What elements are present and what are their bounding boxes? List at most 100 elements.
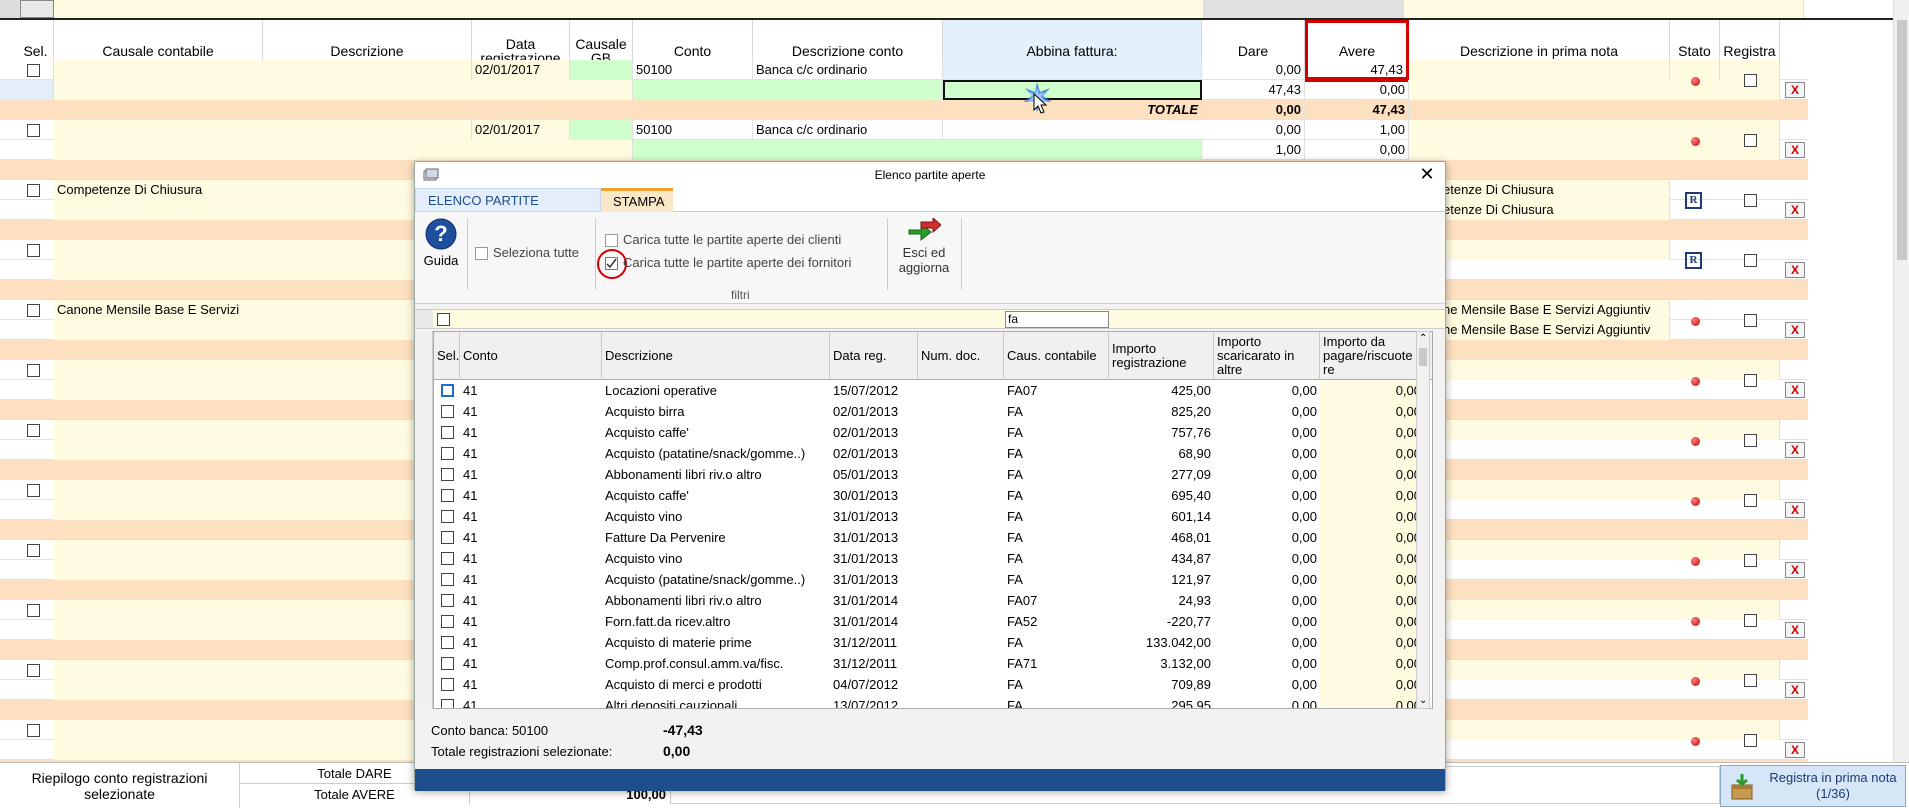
table-row[interactable]: 41 Abbonamenti libri riv.o altro 05/01/201… bbox=[434, 464, 1432, 485]
row-checkbox[interactable] bbox=[441, 510, 454, 523]
block4-registra-checkbox[interactable] bbox=[1744, 254, 1757, 267]
repeat-registra-checkbox[interactable] bbox=[1744, 554, 1757, 567]
repeat-registra-checkbox[interactable] bbox=[1744, 734, 1757, 747]
repeat-prima-nota[interactable] bbox=[1440, 660, 1780, 680]
repeat-registra-checkbox[interactable] bbox=[1744, 674, 1757, 687]
table-row[interactable]: 41 Abbonamenti libri riv.o altro 31/01/201… bbox=[434, 590, 1432, 611]
repeat-registra-checkbox[interactable] bbox=[1744, 614, 1757, 627]
repeat-select-checkbox[interactable] bbox=[27, 364, 40, 377]
row-select-checkbox[interactable] bbox=[434, 422, 460, 443]
table-row[interactable]: 41 Acquisto birra 02/01/2013 FA 825,20 0,00 0,… bbox=[434, 401, 1432, 422]
block3-prima-nota2[interactable]: etenze Di Chiusura bbox=[1440, 200, 1670, 220]
grid-vertical-scrollbar[interactable]: ⌃ ⌄ bbox=[1416, 331, 1430, 709]
row-select-checkbox[interactable] bbox=[434, 569, 460, 590]
repeat-delete-button[interactable]: X bbox=[1785, 442, 1805, 458]
block1-row2-green[interactable] bbox=[633, 80, 943, 100]
row-select-checkbox[interactable] bbox=[434, 674, 460, 695]
repeat-prima-nota[interactable] bbox=[1440, 480, 1780, 500]
row-checkbox[interactable] bbox=[441, 489, 454, 502]
tab-stampa[interactable]: STAMPA bbox=[601, 188, 673, 212]
tab-elenco-partite[interactable]: ELENCO PARTITE APERTE bbox=[415, 188, 601, 232]
table-row[interactable]: 41 Acquisto caffe' 02/01/2013 FA 757,76 0,00 0… bbox=[434, 422, 1432, 443]
grid-scroll-thumb[interactable] bbox=[1419, 348, 1427, 366]
block4-delete-button[interactable]: X bbox=[1785, 262, 1805, 278]
repeat-prima-nota[interactable] bbox=[1440, 600, 1780, 620]
repeat-delete-button[interactable]: X bbox=[1785, 682, 1805, 698]
block2-select-checkbox[interactable] bbox=[27, 124, 40, 137]
row-select-checkbox[interactable] bbox=[434, 527, 460, 548]
block5-select-checkbox[interactable] bbox=[27, 304, 40, 317]
repeat-delete-button[interactable]: X bbox=[1785, 382, 1805, 398]
table-row[interactable]: 41 Comp.prof.consul.amm.va/fisc. 31/12/201… bbox=[434, 653, 1432, 674]
block1-registra-checkbox[interactable] bbox=[1744, 74, 1757, 87]
table-row[interactable]: 41 Acquisto (patatine/snack/gomme..) 31/01… bbox=[434, 569, 1432, 590]
row-select-checkbox[interactable] bbox=[434, 548, 460, 569]
block2-prima-nota[interactable] bbox=[1409, 120, 1780, 140]
row-select-checkbox[interactable] bbox=[434, 590, 460, 611]
row-checkbox[interactable] bbox=[441, 384, 454, 397]
row-checkbox[interactable] bbox=[441, 699, 454, 708]
block3-delete-button[interactable]: X bbox=[1785, 202, 1805, 218]
block3-registra-checkbox[interactable] bbox=[1744, 194, 1757, 207]
scroll-down-icon[interactable]: ⌄ bbox=[1419, 696, 1427, 706]
table-row[interactable]: 41 Acquisto di materie prime 31/12/2011 FA 1… bbox=[434, 632, 1432, 653]
table-row[interactable]: 41 Acquisto vino 31/01/2013 FA 601,14 0,00 0,0… bbox=[434, 506, 1432, 527]
table-row[interactable]: 41 Acquisto caffe' 30/01/2013 FA 695,40 0,00 0… bbox=[434, 485, 1432, 506]
block2-causale-gb[interactable] bbox=[570, 120, 633, 140]
scroll-up-icon[interactable]: ⌃ bbox=[1419, 334, 1427, 344]
row-checkbox[interactable] bbox=[441, 531, 454, 544]
block2-delete-button[interactable]: X bbox=[1785, 142, 1805, 158]
main-vertical-scrollbar[interactable] bbox=[1893, 0, 1909, 762]
repeat-delete-button[interactable]: X bbox=[1785, 742, 1805, 758]
table-row[interactable]: 41 Acquisto di merci e prodotti 04/07/2012… bbox=[434, 674, 1432, 695]
row-checkbox[interactable] bbox=[441, 405, 454, 418]
repeat-registra-checkbox[interactable] bbox=[1744, 494, 1757, 507]
block5-prima-nota2[interactable]: ne Mensile Base E Servizi Aggiuntiv bbox=[1440, 320, 1670, 340]
seleziona-tutte-checkbox[interactable] bbox=[475, 247, 488, 260]
repeat-delete-button[interactable]: X bbox=[1785, 502, 1805, 518]
row-checkbox[interactable] bbox=[441, 657, 454, 670]
row-select-checkbox[interactable] bbox=[434, 506, 460, 527]
repeat-prima-nota[interactable] bbox=[1440, 720, 1780, 740]
row-select-checkbox[interactable] bbox=[434, 380, 460, 401]
row-select-checkbox[interactable] bbox=[434, 653, 460, 674]
block5-prima-nota1[interactable]: ne Mensile Base E Servizi Aggiuntiv bbox=[1440, 300, 1670, 320]
row-select-checkbox[interactable] bbox=[434, 464, 460, 485]
repeat-registra-checkbox[interactable] bbox=[1744, 434, 1757, 447]
row-select-checkbox[interactable] bbox=[434, 401, 460, 422]
repeat-select-checkbox[interactable] bbox=[27, 484, 40, 497]
repeat-select-checkbox[interactable] bbox=[27, 604, 40, 617]
repeat-registra-checkbox[interactable] bbox=[1744, 374, 1757, 387]
row-checkbox[interactable] bbox=[441, 552, 454, 565]
repeat-delete-button[interactable]: X bbox=[1785, 562, 1805, 578]
row-select-checkbox[interactable] bbox=[434, 632, 460, 653]
row-checkbox[interactable] bbox=[441, 468, 454, 481]
repeat-prima-nota[interactable] bbox=[1440, 360, 1780, 380]
block5-delete-button[interactable]: X bbox=[1785, 322, 1805, 338]
row-select-checkbox[interactable] bbox=[434, 695, 460, 708]
row-checkbox[interactable] bbox=[441, 573, 454, 586]
block1-abbina-input[interactable] bbox=[943, 80, 1202, 100]
main-scroll-thumb[interactable] bbox=[1897, 20, 1907, 260]
repeat-select-checkbox[interactable] bbox=[27, 424, 40, 437]
repeat-prima-nota[interactable] bbox=[1440, 540, 1780, 560]
row-checkbox[interactable] bbox=[441, 594, 454, 607]
block3-select-checkbox[interactable] bbox=[27, 184, 40, 197]
row-select-checkbox[interactable] bbox=[434, 443, 460, 464]
filter-select-checkbox[interactable] bbox=[437, 313, 450, 326]
row-select-checkbox[interactable] bbox=[434, 485, 460, 506]
table-row[interactable]: 41 Forn.fatt.da ricev.altro 31/01/2014 FA52… bbox=[434, 611, 1432, 632]
repeat-select-checkbox[interactable] bbox=[27, 544, 40, 557]
block4-prima-nota[interactable] bbox=[1440, 240, 1670, 260]
block1-causale-gb[interactable] bbox=[570, 60, 633, 80]
table-row[interactable]: 41 Altri depositi cauzionali 13/07/2012 FA 2… bbox=[434, 695, 1432, 708]
esci-aggiorna-button[interactable]: Esci ed aggiorna bbox=[891, 216, 957, 288]
table-row[interactable]: 41 Acquisto (patatine/snack/gomme..) 02/01… bbox=[434, 443, 1432, 464]
block4-select-checkbox[interactable] bbox=[27, 244, 40, 257]
carica-clienti-checkbox[interactable] bbox=[605, 234, 618, 247]
block3-prima-nota1[interactable]: etenze Di Chiusura bbox=[1440, 180, 1670, 200]
row-select-checkbox[interactable] bbox=[434, 611, 460, 632]
row-checkbox[interactable] bbox=[441, 678, 454, 691]
close-icon[interactable]: ✕ bbox=[1417, 164, 1437, 184]
block1-select-checkbox[interactable] bbox=[27, 64, 40, 77]
